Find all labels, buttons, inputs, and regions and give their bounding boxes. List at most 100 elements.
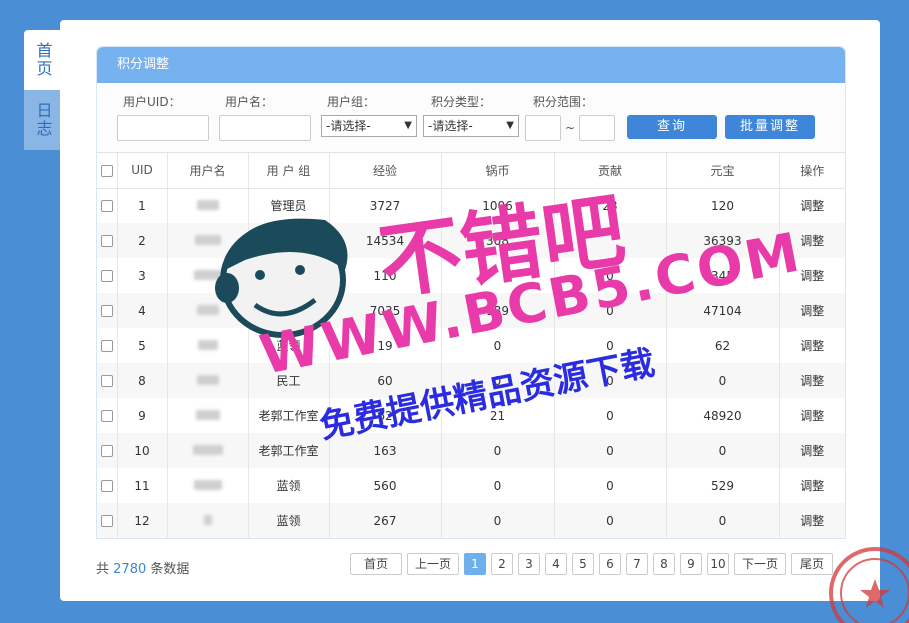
adjust-link[interactable]: 调整 [800, 479, 824, 493]
select-all-checkbox[interactable] [100, 164, 113, 177]
row-checkbox[interactable] [100, 340, 113, 352]
cell-contrib: 0 [554, 433, 667, 468]
cell-uid: 5 [117, 328, 168, 363]
cell-contrib [554, 223, 667, 258]
row-checkbox[interactable] [100, 200, 113, 213]
row-checkbox-cell [97, 258, 118, 293]
row-checkbox[interactable] [100, 305, 113, 317]
table-row: 11 蓝领 560 0 0 529 调整 [97, 468, 845, 503]
cell-uid: 10 [117, 433, 168, 468]
cell-uid: 3 [117, 258, 168, 293]
cell-username [167, 433, 249, 468]
row-checkbox-cell [97, 293, 118, 328]
cell-contrib: 0 [554, 398, 667, 433]
cell-group: 管理员 [248, 188, 330, 223]
page-next-button[interactable]: 下一页 [734, 553, 786, 575]
cell-group: 蓝领 [248, 503, 330, 538]
adjust-link[interactable]: 调整 [800, 339, 824, 353]
total-prefix: 共 [96, 562, 110, 577]
filter-bar: 用户UID： 用户名： 用户组： -请选择- ▼ 积分类型： -请选择- ▼ 积… [97, 83, 845, 153]
adjust-link[interactable]: 调整 [800, 409, 824, 423]
table-row: 8 民工 60 0 0 0 调整 [97, 363, 845, 398]
table-row: 2 管理员 14534 308 36393 调整 [97, 223, 845, 258]
adjust-link[interactable]: 调整 [800, 374, 824, 388]
group-select-value: -请选择- [326, 119, 371, 133]
cell-operation: 调整 [779, 363, 845, 398]
cell-operation: 调整 [779, 433, 845, 468]
col-exp: 经验 [329, 153, 442, 189]
table-row: 5 蓝领 19 0 0 62 调整 [97, 328, 845, 363]
page-number-button[interactable]: 10 [707, 553, 729, 575]
page-number-button[interactable]: 5 [572, 553, 594, 575]
adjust-link[interactable]: 调整 [800, 199, 824, 213]
cell-yuanbao: 48920 [666, 398, 780, 433]
cell-exp: 163 [329, 433, 442, 468]
cell-uid: 4 [117, 293, 168, 328]
cell-yuanbao: 0 [666, 433, 780, 468]
page-number-button[interactable]: 6 [599, 553, 621, 575]
cell-username [167, 188, 249, 223]
page-number-button[interactable]: 3 [518, 553, 540, 575]
row-checkbox[interactable] [100, 270, 113, 282]
cell-coin: 0 [441, 328, 555, 363]
query-button[interactable]: 查询 [627, 115, 717, 139]
username-input[interactable] [219, 115, 311, 141]
cell-exp: 60 [329, 363, 442, 398]
page-prev-button[interactable]: 上一页 [407, 553, 459, 575]
adjust-link[interactable]: 调整 [800, 304, 824, 318]
page-first-button[interactable]: 首页 [350, 553, 402, 575]
cell-username [167, 363, 249, 398]
cell-yuanbao: 0 [666, 503, 780, 538]
batch-adjust-button[interactable]: 批量调整 [725, 115, 815, 139]
tab-home[interactable]: 首页 [24, 30, 61, 90]
row-checkbox[interactable] [100, 480, 113, 492]
page-last-button[interactable]: 尾页 [791, 553, 833, 575]
page-number-button[interactable]: 1 [464, 553, 486, 575]
cell-group: 蓝领 [248, 468, 330, 503]
row-checkbox[interactable] [100, 375, 113, 387]
tab-log[interactable]: 日志 [24, 90, 61, 150]
cell-username [167, 223, 249, 258]
cell-yuanbao: 529 [666, 468, 780, 503]
page-number-button[interactable]: 7 [626, 553, 648, 575]
blurred-username [193, 269, 222, 280]
blurred-username [196, 199, 219, 210]
blurred-username [203, 514, 212, 525]
group-label: 用户组： [327, 95, 376, 109]
cell-username [167, 258, 249, 293]
page-number-button[interactable]: 4 [545, 553, 567, 575]
row-checkbox[interactable] [100, 445, 113, 457]
range-min-input[interactable] [525, 115, 561, 141]
col-uid: UID [117, 153, 168, 189]
group-select[interactable]: -请选择- ▼ [321, 115, 417, 137]
cell-operation: 调整 [779, 293, 845, 328]
row-checkbox[interactable] [100, 515, 113, 527]
row-checkbox[interactable] [100, 410, 113, 422]
cell-coin: 1006 [441, 188, 555, 223]
table-row: 4 老郭工作室 7035 189 0 47104 调整 [97, 293, 845, 328]
col-yuanbao: 元宝 [666, 153, 780, 189]
uid-input[interactable] [117, 115, 209, 141]
adjust-link[interactable]: 调整 [800, 234, 824, 248]
uid-label: 用户UID： [123, 95, 181, 109]
row-checkbox-cell [97, 398, 118, 433]
adjust-link[interactable]: 调整 [800, 444, 824, 458]
blurred-username [196, 374, 219, 385]
blurred-username [197, 339, 218, 350]
adjust-link[interactable]: 调整 [800, 514, 824, 528]
type-label: 积分类型： [431, 95, 492, 109]
cell-operation: 调整 [779, 503, 845, 538]
cell-contrib: 0 [554, 363, 667, 398]
cell-exp: 7035 [329, 293, 442, 328]
blurred-username [196, 304, 219, 315]
row-checkbox[interactable] [100, 235, 113, 247]
adjust-link[interactable]: 调整 [800, 269, 824, 283]
page-number-button[interactable]: 8 [653, 553, 675, 575]
type-select[interactable]: -请选择- ▼ [423, 115, 519, 137]
cell-contrib: 23 [554, 188, 667, 223]
range-max-input[interactable] [579, 115, 615, 141]
page-number-button[interactable]: 9 [680, 553, 702, 575]
range-label: 积分范围： [533, 95, 594, 109]
cell-exp: 560 [329, 468, 442, 503]
page-number-button[interactable]: 2 [491, 553, 513, 575]
